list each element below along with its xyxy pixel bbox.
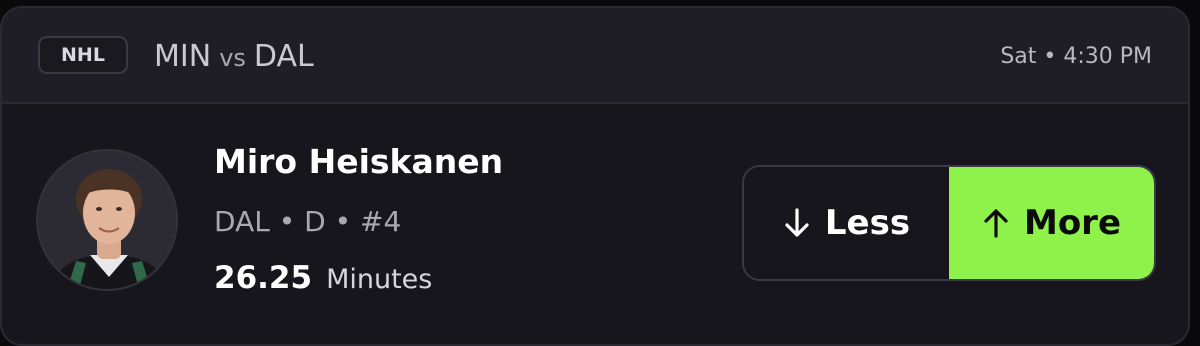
stat-value: 26.25: [214, 260, 313, 296]
stat-line: 26.25 Minutes: [214, 260, 432, 296]
arrow-down-icon: [785, 208, 809, 237]
team-away: DAL: [253, 39, 314, 74]
vs-label: vs: [219, 44, 246, 72]
stat-label: Minutes: [326, 264, 433, 295]
game-time: Sat • 4:30 PM: [1000, 44, 1152, 69]
less-label: Less: [824, 203, 911, 243]
player-name: Miro Heiskanen: [214, 142, 504, 181]
arrow-up-icon: [984, 209, 1008, 238]
player-photo: [38, 151, 176, 289]
projection-card[interactable]: NHL MIN vs DAL Sat • 4:30 PM Miro Heiska…: [0, 6, 1190, 346]
player-avatar: [36, 149, 178, 291]
card-header: NHL MIN vs DAL Sat • 4:30 PM: [2, 8, 1188, 104]
pick-toggle-group: Less More: [742, 165, 1156, 281]
more-button[interactable]: More: [949, 167, 1154, 279]
less-button[interactable]: Less: [744, 167, 949, 279]
player-meta: DAL • D • #4: [214, 205, 402, 238]
more-label: More: [1023, 203, 1122, 243]
team-home: MIN: [154, 39, 212, 74]
league-badge: NHL: [38, 36, 128, 74]
matchup: MIN vs DAL: [154, 39, 314, 76]
